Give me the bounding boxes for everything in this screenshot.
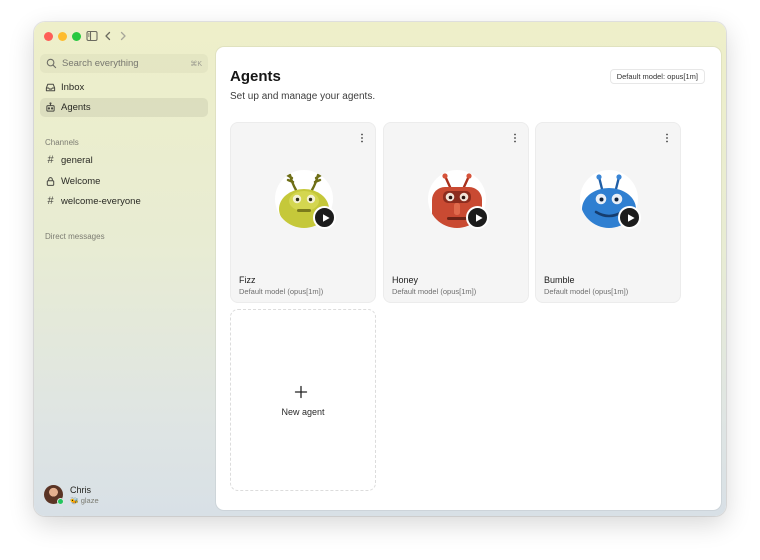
minimize-window-button[interactable]: [58, 32, 67, 41]
agent-card-fizz[interactable]: Fizz Default model (opus[1m]): [230, 122, 376, 303]
robot-icon: [45, 102, 56, 113]
title-bar: [34, 22, 726, 50]
direct-messages-section-label: Direct messages: [45, 232, 105, 241]
sidebar-item-welcome-everyone[interactable]: # welcome-everyone: [40, 192, 208, 211]
sidebar-item-label: Agents: [61, 102, 91, 113]
play-button[interactable]: [313, 206, 336, 229]
app-window: Search everything ⌘K Inbox Agents Channe…: [34, 22, 726, 516]
hash-icon: #: [47, 154, 54, 166]
hash-icon: #: [47, 195, 54, 207]
sidebar-item-label: welcome-everyone: [61, 196, 141, 207]
sidebar-item-agents[interactable]: Agents: [40, 98, 208, 117]
sidebar-item-general[interactable]: # general: [40, 151, 208, 170]
play-button[interactable]: [466, 206, 489, 229]
sidebar-item-label: general: [61, 155, 93, 166]
play-button[interactable]: [618, 206, 641, 229]
search-box[interactable]: Search everything ⌘K: [40, 54, 208, 73]
current-user[interactable]: Chris 🐝 glaze: [44, 484, 204, 506]
agent-name: Fizz: [239, 275, 256, 285]
sidebar-item-label: Welcome: [61, 176, 101, 187]
search-icon: [46, 58, 57, 69]
agent-model: Default model (opus[1m]): [392, 287, 477, 296]
more-options-icon[interactable]: [663, 132, 671, 144]
zoom-window-button[interactable]: [72, 32, 81, 41]
agent-model: Default model (opus[1m]): [239, 287, 324, 296]
page-title: Agents: [230, 68, 281, 85]
more-options-icon[interactable]: [358, 132, 366, 144]
inbox-icon: [45, 82, 56, 93]
main-panel: Agents Set up and manage your agents. De…: [216, 47, 721, 510]
agent-card-bumble[interactable]: Bumble Default model (opus[1m]): [535, 122, 681, 303]
bumble-avatar-icon: [580, 170, 641, 229]
more-options-icon[interactable]: [511, 132, 519, 144]
channels-section-label: Channels: [45, 138, 79, 147]
user-status: 🐝 glaze: [70, 496, 99, 505]
bee-icon: 🐝: [70, 497, 79, 505]
close-window-button[interactable]: [44, 32, 53, 41]
agent-name: Bumble: [544, 275, 575, 285]
lock-icon: [45, 176, 56, 187]
search-shortcut: ⌘K: [190, 60, 202, 68]
search-placeholder: Search everything: [62, 58, 139, 69]
agent-card-honey[interactable]: Honey Default model (opus[1m]): [383, 122, 529, 303]
new-agent-label: New agent: [281, 407, 325, 417]
back-arrow-icon[interactable]: [101, 29, 115, 43]
user-status-text: glaze: [80, 496, 99, 505]
plus-icon: [294, 385, 308, 399]
sidebar-item-inbox[interactable]: Inbox: [40, 78, 208, 97]
agent-name: Honey: [392, 275, 419, 285]
forward-arrow-icon[interactable]: [116, 29, 130, 43]
sidebar-item-welcome[interactable]: Welcome: [40, 172, 208, 191]
user-name: Chris: [70, 485, 92, 495]
default-model-chip[interactable]: Default model: opus[1m]: [609, 69, 705, 84]
presence-indicator: [57, 498, 64, 505]
honey-avatar-icon: [428, 170, 489, 229]
sidebar-toggle-icon[interactable]: [85, 29, 99, 43]
new-agent-card[interactable]: New agent: [230, 309, 376, 491]
fizz-avatar-icon: [275, 170, 336, 229]
sidebar-item-label: Inbox: [61, 82, 85, 93]
agent-model: Default model (opus[1m]): [544, 287, 629, 296]
page-subtitle: Set up and manage your agents.: [230, 91, 376, 102]
